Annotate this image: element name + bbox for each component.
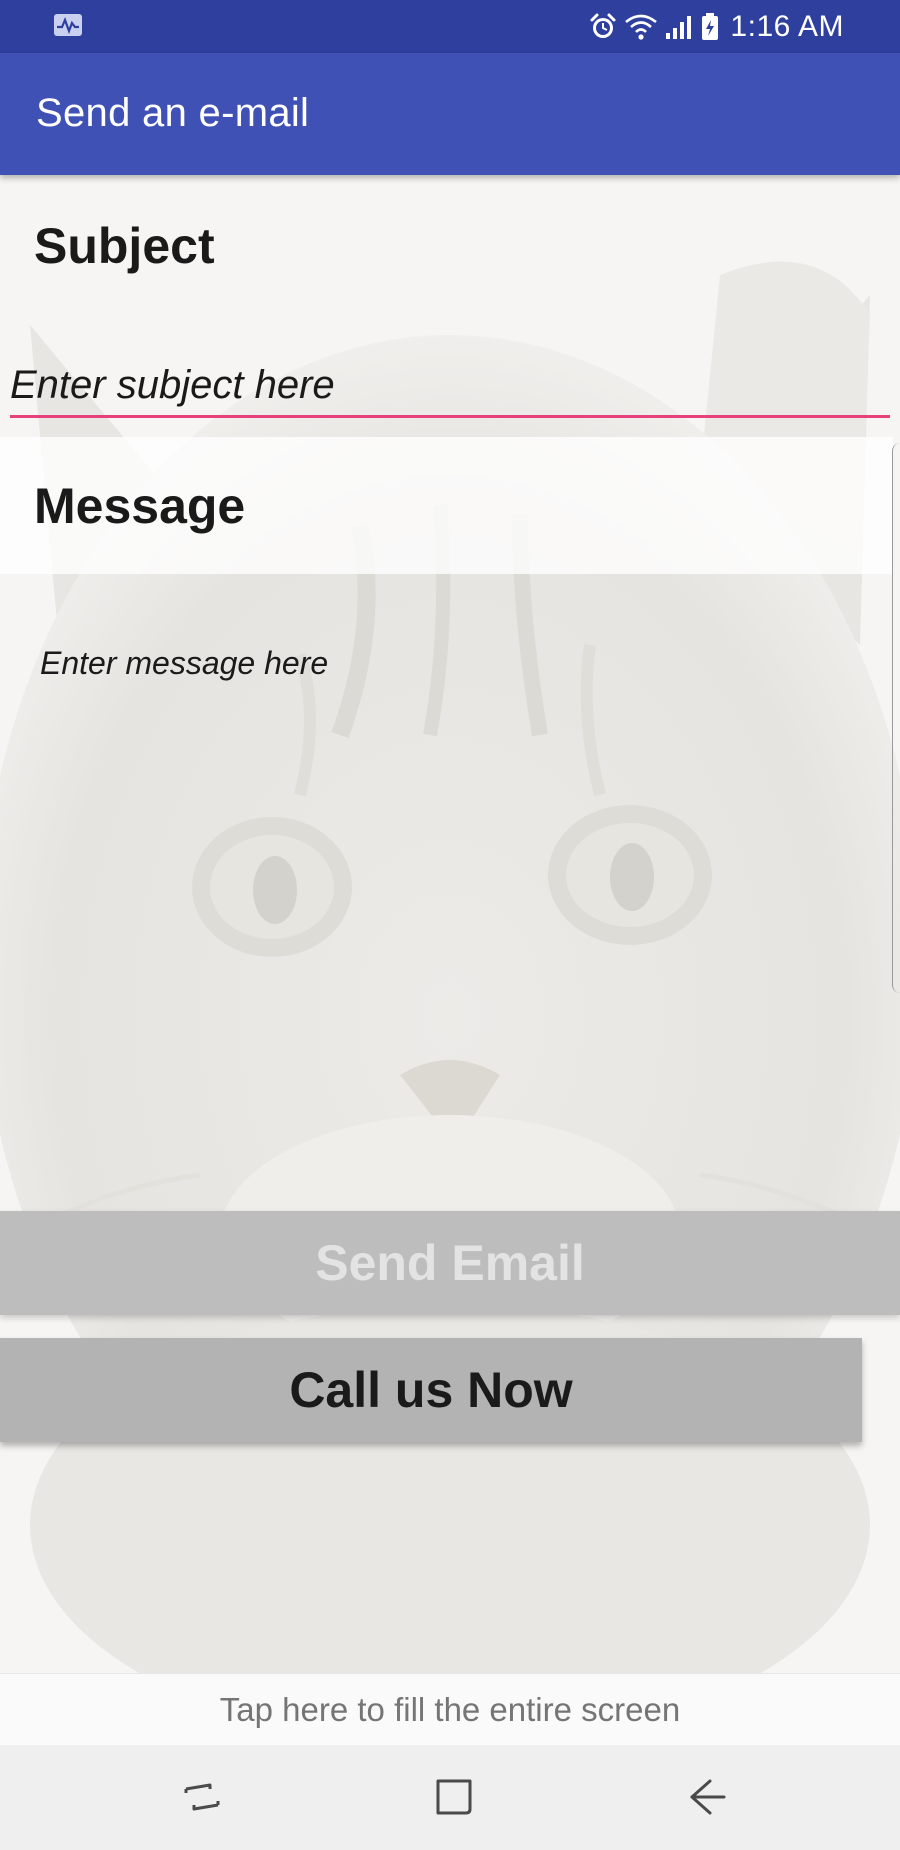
ad-banner[interactable]: Tap here to fill the entire screen — [0, 1673, 900, 1746]
signal-icon — [664, 13, 694, 41]
send-email-button[interactable]: Send Email — [0, 1211, 900, 1315]
battery-icon — [700, 12, 720, 42]
ad-banner-text: Tap here to fill the entire screen — [219, 1691, 681, 1728]
call-us-now-button[interactable]: Call us Now — [0, 1338, 862, 1442]
scrollbar[interactable] — [892, 443, 900, 993]
page-title: Send an e-mail — [36, 91, 310, 135]
message-label: Message — [34, 478, 246, 534]
status-bar: 1:16 AM — [0, 0, 900, 53]
status-icons: 1:16 AM — [588, 0, 844, 53]
message-input[interactable] — [40, 645, 860, 1125]
app-bar: Send an e-mail — [0, 53, 900, 175]
home-icon[interactable] — [422, 1767, 486, 1827]
recents-icon[interactable] — [170, 1767, 234, 1827]
wifi-icon — [624, 13, 658, 41]
system-nav-bar — [0, 1745, 900, 1850]
alarm-icon — [588, 12, 618, 42]
subject-label: Subject — [34, 218, 215, 274]
activity-icon — [52, 12, 84, 38]
status-time: 1:16 AM — [730, 9, 844, 43]
subject-input[interactable] — [10, 355, 890, 418]
main-content: Subject Message Send Email Call us Now — [0, 175, 900, 1673]
message-header: Message — [0, 437, 893, 574]
back-icon[interactable] — [676, 1767, 740, 1827]
